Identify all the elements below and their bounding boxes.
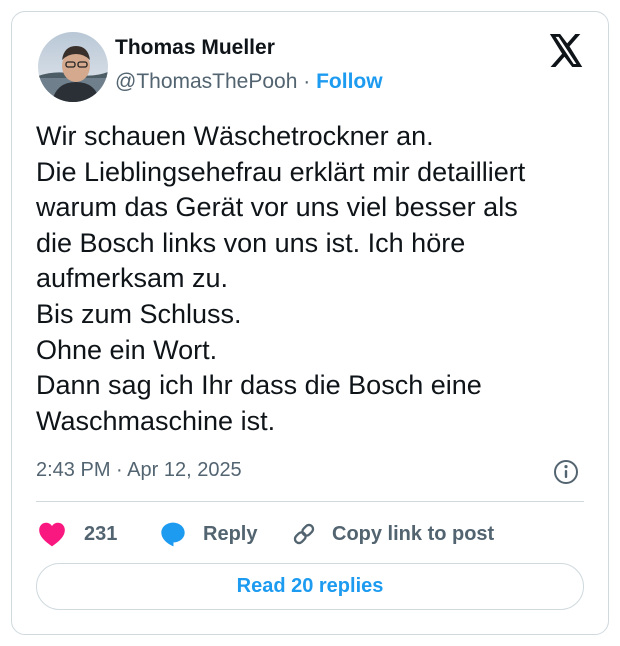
tweet-text-line: Dann sag ich Ihr dass die Bosch eine [36, 370, 482, 401]
avatar-image [38, 32, 108, 102]
tweet-text-line: Waschmaschine ist. [36, 405, 276, 436]
avatar[interactable] [38, 32, 108, 102]
tweet-text-line: Wir schauen Wäschetrockner an. [36, 121, 434, 151]
x-logo-icon[interactable] [548, 34, 584, 67]
reply-label: Reply [203, 522, 258, 545]
divider [36, 501, 584, 502]
author-name[interactable]: Thomas Mueller [115, 36, 275, 60]
tweet-text: Wir schauen Wäschetrockner an. Die Liebl… [36, 119, 596, 439]
author-handle-row: @ThomasThePooh · Follow [115, 70, 383, 94]
post-timestamp[interactable]: 2:43 PM · Apr 12, 2025 [36, 459, 242, 482]
tweet-text-line: Bis zum Schluss. [36, 298, 242, 329]
info-icon[interactable] [552, 458, 580, 486]
heart-icon [38, 521, 66, 547]
like-count: 231 [84, 522, 118, 545]
copy-link-label: Copy link to post [332, 522, 495, 545]
tweet-text-line: warum das Gerät vor uns viel besser als [36, 192, 518, 223]
link-icon [290, 520, 318, 548]
tweet-text-line: die Bosch links von uns ist. Ich höre [36, 227, 466, 258]
handle-separator: · [303, 70, 311, 93]
speech-bubble-icon [159, 520, 187, 548]
tweet-card: Thomas Mueller @ThomasThePooh · Follow W… [11, 11, 609, 635]
reply-button[interactable]: Reply [159, 519, 257, 549]
tweet-text-line: Ohne ein Wort. [36, 334, 218, 365]
author-handle[interactable]: @ThomasThePooh [115, 70, 297, 93]
tweet-text-line: aufmerksam zu. [36, 263, 229, 294]
follow-button[interactable]: Follow [316, 70, 383, 93]
read-replies-button[interactable]: Read 20 replies [36, 563, 584, 610]
like-button[interactable]: 231 [38, 519, 117, 549]
tweet-text-line: Die Lieblingsehefrau erklärt mir detaill… [36, 156, 526, 187]
copy-link-button[interactable]: Copy link to post [290, 519, 494, 549]
